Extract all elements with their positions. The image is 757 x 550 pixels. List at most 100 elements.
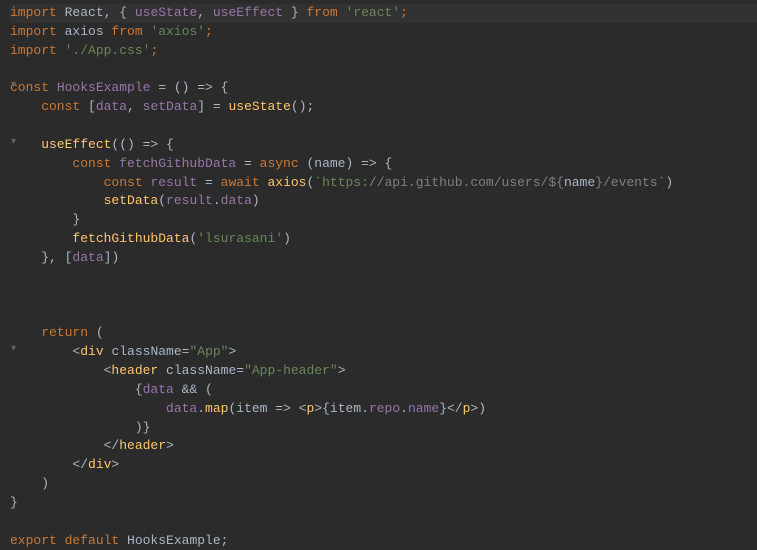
identifier: fetchGithubData — [119, 156, 244, 171]
fold-icon[interactable]: ▾ — [11, 79, 16, 94]
identifier: repo — [369, 401, 400, 416]
keyword: import — [10, 5, 65, 20]
keyword: const — [10, 99, 88, 114]
punct: > — [111, 457, 119, 472]
string: }/events` — [595, 175, 665, 190]
code-line[interactable]: const result = await axios(`https://api.… — [10, 174, 757, 193]
punct: = — [244, 156, 260, 171]
op: && ( — [182, 382, 213, 397]
keyword: import — [10, 43, 65, 58]
punct: < — [10, 344, 80, 359]
punct: ) — [10, 476, 49, 491]
code-line[interactable]: }, [data]) — [10, 249, 757, 268]
tag: div — [80, 344, 111, 359]
code-line[interactable] — [10, 306, 757, 325]
identifier: axios — [65, 24, 112, 39]
punct: { — [10, 382, 143, 397]
code-line[interactable]: const HooksExample = () => { — [10, 79, 757, 98]
string: //api.github.com/users/${ — [369, 175, 564, 190]
code-editor[interactable]: import React, { useState, useEffect } fr… — [10, 4, 757, 550]
identifier: setData — [143, 99, 198, 114]
identifier: data — [10, 401, 197, 416]
identifier: data — [72, 250, 103, 265]
fold-icon[interactable]: ▾ — [11, 343, 16, 358]
punct: ; — [205, 24, 213, 39]
punct: } — [291, 5, 307, 20]
keyword: from — [307, 5, 346, 20]
string: `https: — [314, 175, 369, 190]
code-line[interactable]: data.map(item => <p>{item.repo.name}</p>… — [10, 400, 757, 419]
code-line[interactable]: fetchGithubData('lsurasani') — [10, 230, 757, 249]
string: "App-header" — [244, 363, 338, 378]
identifier: useEffect — [213, 5, 291, 20]
punct: >) — [470, 401, 486, 416]
punct: ; — [150, 43, 158, 58]
punct: ) — [252, 193, 260, 208]
code-line[interactable]: return ( — [10, 324, 757, 343]
punct: , — [127, 99, 143, 114]
punct: (() => { — [111, 137, 173, 152]
identifier: HooksExample — [57, 80, 158, 95]
punct: = — [205, 175, 221, 190]
punct: => < — [275, 401, 306, 416]
identifier: HooksExample; — [127, 533, 228, 548]
identifier: data — [221, 193, 252, 208]
code-line[interactable]: {data && ( — [10, 381, 757, 400]
string: 'axios' — [150, 24, 205, 39]
tag: header — [119, 438, 166, 453]
punct: = () => { — [158, 80, 228, 95]
string: './App.css' — [65, 43, 151, 58]
punct: ] = — [197, 99, 228, 114]
keyword: return — [10, 325, 96, 340]
identifier: result — [166, 193, 213, 208]
code-line[interactable]: )} — [10, 419, 757, 438]
punct: . — [400, 401, 408, 416]
punct: }, [ — [10, 250, 72, 265]
identifier: React — [65, 5, 104, 20]
keyword: const — [10, 175, 150, 190]
punct: }</ — [439, 401, 462, 416]
code-line[interactable] — [10, 61, 757, 80]
string: "App" — [189, 344, 228, 359]
fold-icon[interactable]: ▾ — [11, 136, 16, 151]
code-line[interactable]: <header className="App-header"> — [10, 362, 757, 381]
keyword: export default — [10, 533, 127, 548]
func: useEffect — [10, 137, 111, 152]
keyword: from — [111, 24, 150, 39]
code-line[interactable]: <div className="App"> — [10, 343, 757, 362]
code-line[interactable] — [10, 117, 757, 136]
identifier: useState — [135, 5, 197, 20]
punct: } — [10, 495, 18, 510]
func: map — [205, 401, 228, 416]
code-line[interactable]: import './App.css'; — [10, 42, 757, 61]
keyword: await — [221, 175, 268, 190]
punct: ]) — [104, 250, 120, 265]
param: item — [236, 401, 275, 416]
punct: >{ — [314, 401, 330, 416]
func: useState — [228, 99, 290, 114]
punct: . — [197, 401, 205, 416]
code-line[interactable]: } — [10, 494, 757, 513]
code-line[interactable]: } — [10, 211, 757, 230]
code-line[interactable]: useEffect(() => { — [10, 136, 757, 155]
code-line[interactable]: setData(result.data) — [10, 192, 757, 211]
code-line[interactable]: </header> — [10, 437, 757, 456]
code-line[interactable] — [10, 268, 757, 287]
code-line[interactable] — [10, 513, 757, 532]
code-line[interactable]: const fetchGithubData = async (name) => … — [10, 155, 757, 174]
punct: (); — [291, 99, 314, 114]
param: name — [314, 156, 345, 171]
code-line[interactable]: export default HooksExample; — [10, 532, 757, 550]
punct: ) — [665, 175, 673, 190]
punct: . — [361, 401, 369, 416]
code-line[interactable]: ) — [10, 475, 757, 494]
code-line[interactable]: const [data, setData] = useState(); — [10, 98, 757, 117]
identifier: name — [564, 175, 595, 190]
code-line[interactable]: </div> — [10, 456, 757, 475]
code-line[interactable]: import React, { useState, useEffect } fr… — [10, 4, 757, 23]
code-line[interactable] — [10, 287, 757, 306]
punct: </ — [10, 457, 88, 472]
code-line[interactable]: import axios from 'axios'; — [10, 23, 757, 42]
tag: header — [111, 363, 166, 378]
punct: > — [338, 363, 346, 378]
